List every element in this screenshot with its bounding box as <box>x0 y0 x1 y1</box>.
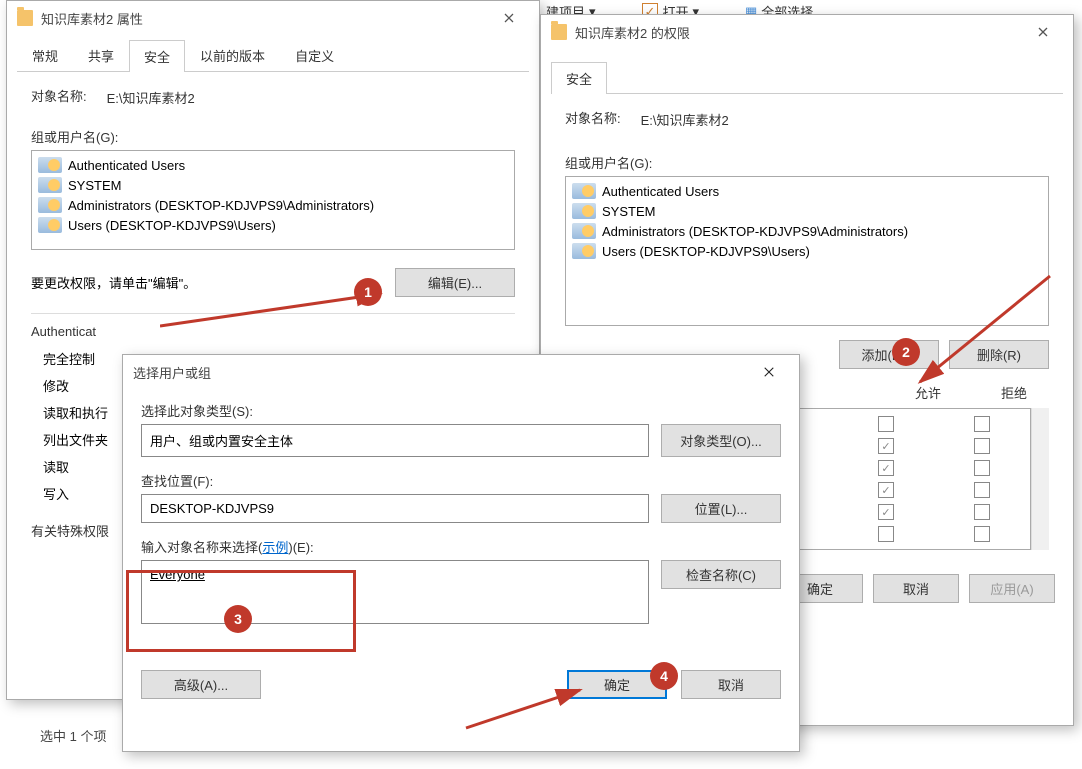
object-type-value: 用户、组或内置安全主体 <box>141 424 649 457</box>
cancel-button[interactable]: 取消 <box>873 574 959 603</box>
examples-link[interactable]: 示例 <box>262 540 288 555</box>
object-types-button[interactable]: 对象类型(O)... <box>661 424 781 457</box>
select-user-dialog: 选择用户或组 选择此对象类型(S): 用户、组或内置安全主体 对象类型(O)..… <box>122 354 800 752</box>
allow-checkbox[interactable] <box>878 482 894 498</box>
object-name-label: 对象名称: <box>565 108 621 127</box>
scrollbar[interactable] <box>1031 408 1049 550</box>
object-name-value: E:\知识库素材2 <box>641 110 729 129</box>
tab-previous-versions[interactable]: 以前的版本 <box>185 39 280 71</box>
deny-checkbox[interactable] <box>974 438 990 454</box>
object-names-input[interactable]: Everyone <box>141 560 649 624</box>
deny-checkbox[interactable] <box>974 460 990 476</box>
edit-hint: 要更改权限，请单击"编辑"。 <box>31 273 196 292</box>
list-item[interactable]: Users (DESKTOP-KDJVPS9\Users) <box>32 215 514 235</box>
close-icon[interactable] <box>1023 18 1063 46</box>
allow-checkbox[interactable] <box>878 438 894 454</box>
auth-permissions-label: Authenticat <box>31 324 515 339</box>
locations-button[interactable]: 位置(L)... <box>661 494 781 523</box>
permissions-titlebar: 知识库素材2 的权限 <box>541 15 1073 49</box>
location-value: DESKTOP-KDJVPS9 <box>141 494 649 523</box>
list-item[interactable]: Administrators (DESKTOP-KDJVPS9\Administ… <box>566 221 1048 241</box>
deny-header: 拒绝 <box>1001 383 1027 402</box>
allow-checkbox[interactable] <box>878 416 894 432</box>
permissions-tabstrip: 安全 <box>551 61 1063 94</box>
tab-security[interactable]: 安全 <box>551 62 607 94</box>
select-user-title: 选择用户或组 <box>133 363 749 382</box>
deny-checkbox[interactable] <box>974 416 990 432</box>
check-names-button[interactable]: 检查名称(C) <box>661 560 781 589</box>
users-icon <box>572 183 596 199</box>
close-icon[interactable] <box>489 4 529 32</box>
users-icon <box>572 203 596 219</box>
location-label: 查找位置(F): <box>141 471 781 490</box>
list-item[interactable]: Authenticated Users <box>566 181 1048 201</box>
tab-custom[interactable]: 自定义 <box>280 39 349 71</box>
list-item[interactable]: Authenticated Users <box>32 155 514 175</box>
allow-checkbox[interactable] <box>878 526 894 542</box>
select-user-titlebar: 选择用户或组 <box>123 355 799 389</box>
deny-checkbox[interactable] <box>974 526 990 542</box>
remove-button[interactable]: 删除(R) <box>949 340 1049 369</box>
object-names-label: 输入对象名称来选择(示例)(E): <box>141 537 781 556</box>
tab-general[interactable]: 常规 <box>17 39 73 71</box>
group-user-label: 组或用户名(G): <box>31 127 515 146</box>
group-user-list[interactable]: Authenticated Users SYSTEM Administrator… <box>31 150 515 250</box>
advanced-button[interactable]: 高级(A)... <box>141 670 261 699</box>
statusbar-selection: 选中 1 个项 <box>40 726 106 745</box>
deny-checkbox[interactable] <box>974 504 990 520</box>
object-name-label: 对象名称: <box>31 86 87 105</box>
permissions-title: 知识库素材2 的权限 <box>575 23 1023 42</box>
properties-title: 知识库素材2 属性 <box>41 9 489 28</box>
close-icon[interactable] <box>749 358 789 386</box>
users-icon <box>572 223 596 239</box>
users-icon <box>38 217 62 233</box>
tab-security[interactable]: 安全 <box>129 40 185 72</box>
edit-button[interactable]: 编辑(E)... <box>395 268 515 297</box>
apply-button[interactable]: 应用(A) <box>969 574 1055 603</box>
folder-icon <box>17 10 33 26</box>
group-user-list[interactable]: Authenticated Users SYSTEM Administrator… <box>565 176 1049 326</box>
users-icon <box>38 157 62 173</box>
ok-button[interactable]: 确定 <box>567 670 667 699</box>
deny-checkbox[interactable] <box>974 482 990 498</box>
object-type-label: 选择此对象类型(S): <box>141 401 781 420</box>
properties-titlebar: 知识库素材2 属性 <box>7 1 539 35</box>
list-item[interactable]: Users (DESKTOP-KDJVPS9\Users) <box>566 241 1048 261</box>
allow-checkbox[interactable] <box>878 460 894 476</box>
list-item[interactable]: SYSTEM <box>566 201 1048 221</box>
allow-checkbox[interactable] <box>878 504 894 520</box>
tab-share[interactable]: 共享 <box>73 39 129 71</box>
users-icon <box>38 177 62 193</box>
users-icon <box>38 197 62 213</box>
add-button[interactable]: 添加(D)... <box>839 340 939 369</box>
list-item[interactable]: Administrators (DESKTOP-KDJVPS9\Administ… <box>32 195 514 215</box>
allow-header: 允许 <box>915 383 941 402</box>
object-name-value: E:\知识库素材2 <box>107 88 195 107</box>
list-item[interactable]: SYSTEM <box>32 175 514 195</box>
cancel-button[interactable]: 取消 <box>681 670 781 699</box>
properties-tabstrip: 常规 共享 安全 以前的版本 自定义 <box>17 39 529 72</box>
group-user-label: 组或用户名(G): <box>565 153 1049 172</box>
folder-icon <box>551 24 567 40</box>
users-icon <box>572 243 596 259</box>
